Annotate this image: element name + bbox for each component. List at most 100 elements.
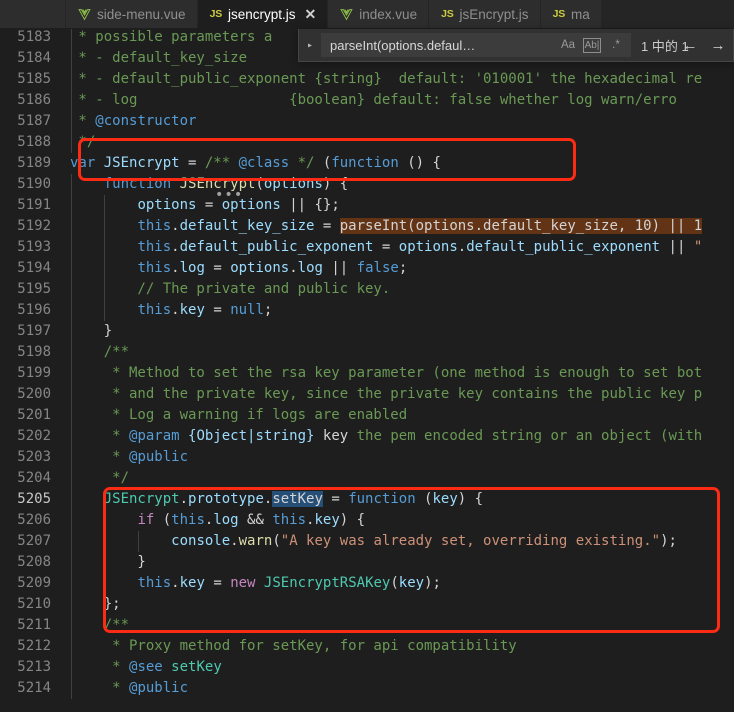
line-number: 5198: [17, 344, 51, 360]
code-token: this: [137, 239, 172, 255]
code-token: =: [322, 491, 349, 507]
code-line[interactable]: options = options || {};: [70, 195, 340, 216]
js-icon: JS: [209, 8, 223, 20]
code-line[interactable]: * @public: [70, 447, 188, 468]
code-line[interactable]: * possible parameters a: [70, 29, 272, 48]
code-token: key: [398, 575, 425, 591]
code-line[interactable]: /**: [70, 615, 129, 636]
code-token: */: [70, 470, 130, 486]
indent-guide: [70, 489, 72, 510]
editor-tab-side-menu-vue[interactable]: side-menu.vue: [66, 0, 198, 28]
code-line[interactable]: this.log = options.log || false;: [70, 258, 407, 279]
code-line[interactable]: * @public: [70, 678, 188, 699]
code-line[interactable]: * - default_public_exponent {string} def…: [70, 69, 702, 90]
find-input-value[interactable]: parseInt(options.defaul…: [330, 38, 553, 53]
find-navigation: ← →: [679, 37, 729, 54]
code-line[interactable]: this.default_key_size = parseInt(options…: [70, 216, 703, 237]
folded-region-icon[interactable]: •••: [215, 188, 243, 202]
whole-word-icon[interactable]: Ab|: [583, 37, 601, 53]
find-next-icon[interactable]: →: [707, 37, 729, 54]
line-number: 5188: [17, 134, 51, 150]
indent-guide: [70, 384, 72, 405]
line-number: 5194: [17, 260, 51, 276]
code-token: prototype: [188, 491, 264, 507]
indent-guide: [70, 615, 72, 636]
code-content-area[interactable]: * possible parameters a * - default_key_…: [62, 29, 734, 712]
indent-guide: [70, 195, 72, 216]
find-previous-icon[interactable]: ←: [679, 37, 701, 54]
code-line[interactable]: JSEncrypt.prototype.setKey = function (k…: [70, 489, 483, 510]
code-token: || {};: [280, 197, 340, 213]
code-token: ) {: [339, 512, 366, 528]
code-line[interactable]: var JSEncrypt = /** @class */ (function …: [70, 153, 441, 174]
code-line[interactable]: }: [70, 321, 112, 342]
code-line[interactable]: console.warn("A key was already set, ove…: [70, 531, 677, 552]
code-line[interactable]: };: [70, 594, 121, 615]
line-number: 5212: [17, 638, 51, 654]
code-line[interactable]: this.key = null;: [70, 300, 272, 321]
code-line[interactable]: * Method to set the rsa key parameter (o…: [70, 363, 702, 384]
toggle-replace-icon[interactable]: ▸: [299, 29, 321, 62]
code-line[interactable]: */: [70, 468, 129, 489]
regex-icon[interactable]: .*: [606, 35, 626, 55]
code-token: *: [70, 113, 96, 129]
code-token: () {: [398, 155, 441, 171]
find-widget[interactable]: ▸ parseInt(options.defaul… Aa Ab| .* 1 中…: [298, 29, 734, 62]
code-token: key: [432, 491, 458, 507]
code-token: * Log a warning if logs are enabled: [70, 407, 408, 423]
code-token: function: [103, 176, 172, 192]
code-token: the pem encoded string or an object (wit…: [348, 428, 703, 444]
code-line[interactable]: this.default_public_exponent = options.d…: [70, 237, 702, 258]
editor-tab-jsencrypt-js[interactable]: JS jsEncrypt.js: [429, 0, 541, 28]
line-number: 5204: [17, 470, 51, 486]
code-token: this: [137, 218, 172, 234]
code-token: *: [70, 428, 130, 444]
code-token: .: [179, 491, 189, 507]
code-line[interactable]: function JSEncrypt(options) {: [70, 174, 348, 195]
code-line[interactable]: // The private and public key.: [70, 279, 390, 300]
code-token: *: [70, 659, 130, 675]
code-token: key: [179, 302, 205, 318]
code-line[interactable]: if (this.log && this.key) {: [70, 510, 365, 531]
code-line[interactable]: * Log a warning if logs are enabled: [70, 405, 407, 426]
code-line[interactable]: * and the private key, since the private…: [70, 384, 702, 405]
code-line[interactable]: * - log {boolean} default: false whether…: [70, 90, 676, 111]
code-token: if: [137, 512, 155, 528]
code-line[interactable]: * - default_key_size: [70, 48, 247, 69]
indent-guide: [70, 363, 72, 384]
code-line[interactable]: * Proxy method for setKey, for api compa…: [70, 636, 517, 657]
code-token: default_public_exponent: [466, 239, 661, 255]
code-line[interactable]: /**: [70, 342, 129, 363]
indent-guide: [104, 216, 106, 237]
code-line[interactable]: this.key = new JSEncryptRSAKey(key);: [70, 573, 441, 594]
indent-guide: [104, 531, 106, 552]
close-icon[interactable]: ✕: [305, 7, 317, 21]
code-token: log: [213, 512, 239, 528]
code-token: =: [204, 260, 231, 276]
line-number: 5202: [17, 428, 51, 444]
code-token: .: [457, 239, 467, 255]
code-token: (: [255, 176, 264, 192]
indent-guide: [70, 29, 72, 48]
line-number: 5189: [17, 155, 51, 171]
line-number: 5199: [17, 365, 51, 381]
code-line[interactable]: * @param {Object|string} key the pem enc…: [70, 426, 702, 447]
code-token: JSEncrypt: [103, 491, 180, 507]
find-input[interactable]: parseInt(options.defaul… Aa Ab| .*: [321, 33, 631, 57]
editor-tab-jsencrypt-js[interactable]: JS jsencrypt.js ✕: [197, 0, 329, 28]
editor-tab-ma[interactable]: JS ma: [540, 0, 602, 28]
editor-tab-index-vue[interactable]: index.vue: [328, 0, 430, 28]
code-line[interactable]: * @constructor: [70, 111, 196, 132]
indent-guide: [104, 195, 106, 216]
code-token: =: [204, 302, 231, 318]
code-line[interactable]: */: [70, 132, 95, 153]
code-line[interactable]: * @see setKey: [70, 657, 222, 678]
code-token: /**: [204, 155, 239, 171]
code-token: .: [171, 218, 180, 234]
indent-guide: [70, 300, 72, 321]
code-line[interactable]: }: [70, 552, 145, 573]
line-number: 5192: [17, 218, 51, 234]
code-editor[interactable]: 5183 5184 5185 5186 5187 5188 5189 5190 5191 5192…: [0, 29, 734, 712]
match-case-icon[interactable]: Aa: [558, 35, 578, 55]
